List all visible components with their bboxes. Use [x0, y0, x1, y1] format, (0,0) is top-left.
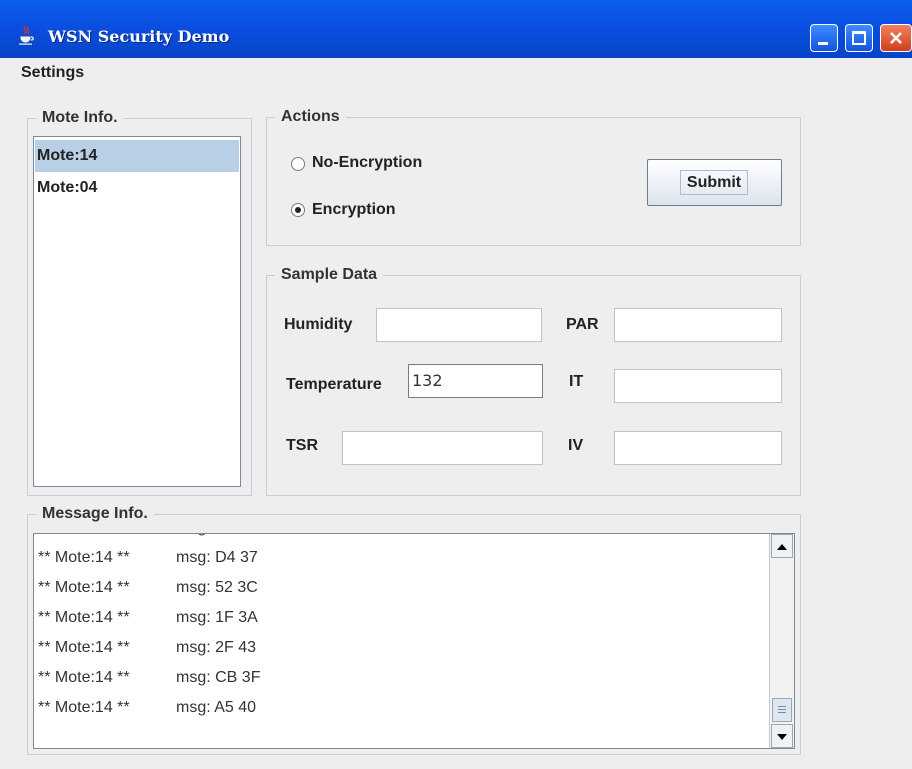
- it-field[interactable]: [614, 369, 782, 403]
- iv-label: IV: [568, 437, 584, 454]
- close-icon: [890, 32, 902, 44]
- scroll-thumb[interactable]: [772, 698, 792, 722]
- no-encryption-radio[interactable]: [291, 157, 305, 171]
- mote-list[interactable]: Mote:14 Mote:04: [33, 136, 241, 487]
- message-value: msg: D4 37: [176, 549, 258, 566]
- message-mote: ** Mote:14 **: [38, 579, 130, 596]
- arrow-down-icon: [777, 734, 787, 740]
- par-field[interactable]: [614, 308, 782, 342]
- message-value: msg: 2F 43: [176, 639, 257, 656]
- message-mote: ** Mote:14 **: [38, 669, 130, 686]
- no-encryption-label[interactable]: No-Encryption: [312, 154, 422, 172]
- it-label: IT: [569, 373, 584, 390]
- app-window: WSN Security Demo Settings Mote Info. Mo…: [0, 0, 912, 769]
- message-log[interactable]: ** Mote:14 ** msg: 37 38 ** Mote:14 ** m…: [33, 533, 795, 749]
- message-value: msg: 37 38: [176, 534, 255, 543]
- java-coffee-icon: [19, 25, 34, 45]
- window-title: WSN Security Demo: [48, 27, 230, 46]
- message-value: msg: CB 3F: [176, 669, 261, 686]
- tsr-field[interactable]: [342, 431, 543, 465]
- title-bar[interactable]: WSN Security Demo: [0, 0, 912, 58]
- humidity-label: Humidity: [284, 316, 353, 333]
- scroll-up-button[interactable]: [771, 534, 793, 558]
- close-button[interactable]: [880, 24, 912, 52]
- submit-label: Submit: [680, 170, 748, 195]
- arrow-up-icon: [777, 544, 787, 550]
- menu-bar: Settings: [0, 58, 912, 88]
- message-value: msg: 52 3C: [176, 579, 258, 596]
- radio-selected-dot: [295, 207, 301, 213]
- message-info-title: Message Info.: [36, 504, 154, 524]
- menu-settings[interactable]: Settings: [21, 64, 84, 82]
- sample-data-title: Sample Data: [275, 265, 384, 285]
- temperature-label: Temperature: [286, 376, 382, 393]
- maximize-button[interactable]: [845, 24, 873, 52]
- encryption-label[interactable]: Encryption: [312, 201, 396, 219]
- temperature-field[interactable]: 132: [408, 364, 543, 398]
- par-label: PAR: [566, 316, 599, 333]
- message-mote: ** Mote:14 **: [38, 549, 130, 566]
- message-mote: ** Mote:14 **: [38, 699, 130, 716]
- maximize-icon: [852, 31, 866, 45]
- message-value: msg: 1F 3A: [176, 609, 258, 626]
- message-mote: ** Mote:14 **: [38, 639, 130, 656]
- minimize-icon: [818, 42, 828, 45]
- scroll-down-button[interactable]: [771, 724, 793, 748]
- message-mote: ** Mote:14 **: [38, 609, 130, 626]
- list-item-mote-14[interactable]: Mote:14: [35, 140, 239, 172]
- actions-title: Actions: [275, 107, 346, 127]
- iv-field[interactable]: [614, 431, 782, 465]
- message-scrollbar[interactable]: [769, 534, 794, 748]
- submit-button[interactable]: Submit: [647, 159, 782, 206]
- message-value: msg: A5 40: [176, 699, 257, 716]
- message-mote: ** Mote:14 **: [38, 534, 130, 543]
- humidity-field[interactable]: [376, 308, 542, 342]
- minimize-button[interactable]: [810, 24, 838, 52]
- mote-info-title: Mote Info.: [36, 108, 124, 128]
- list-item-mote-04[interactable]: Mote:04: [35, 172, 239, 204]
- tsr-label: TSR: [286, 437, 318, 454]
- encryption-radio[interactable]: [291, 203, 305, 217]
